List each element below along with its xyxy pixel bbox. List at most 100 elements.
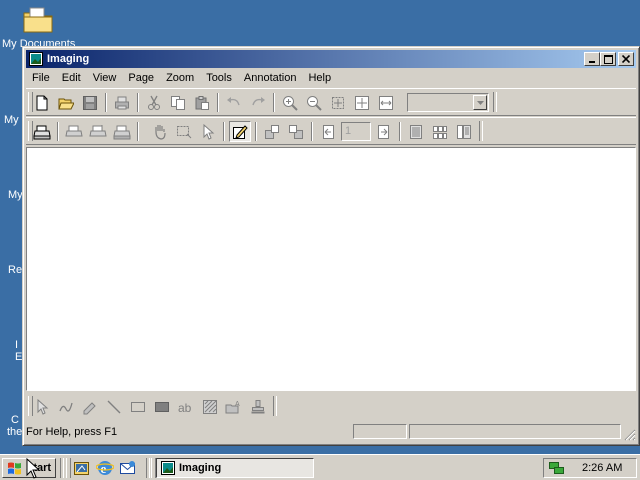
scan-append-icon bbox=[113, 125, 131, 139]
rotate-left-button[interactable] bbox=[261, 121, 283, 142]
minimize-button[interactable] bbox=[584, 52, 600, 66]
show-desktop-icon[interactable] bbox=[73, 459, 91, 477]
desktop-label-network: My bbox=[8, 189, 23, 201]
taskbar-button-label: Imaging bbox=[179, 462, 222, 474]
scan-append-button[interactable] bbox=[111, 121, 133, 142]
pen-annotation-icon bbox=[233, 124, 248, 139]
close-icon bbox=[622, 55, 630, 63]
one-page-view-button[interactable] bbox=[405, 121, 427, 142]
menu-tools[interactable]: Tools bbox=[200, 72, 238, 84]
mouse-cursor-icon bbox=[26, 458, 40, 479]
scan-button[interactable] bbox=[31, 121, 53, 142]
best-fit-button[interactable] bbox=[351, 92, 373, 113]
status-bar: For Help, press F1 bbox=[26, 423, 636, 441]
select-rectangle-icon bbox=[177, 125, 192, 138]
highlighter-button[interactable] bbox=[79, 396, 101, 417]
network-connection-icon[interactable] bbox=[548, 460, 566, 476]
title-bar[interactable]: Imaging bbox=[26, 50, 636, 68]
redo-button[interactable] bbox=[247, 92, 269, 113]
hollow-rectangle-button[interactable] bbox=[127, 396, 149, 417]
select-annotation-button[interactable] bbox=[197, 121, 219, 142]
page-number-field[interactable]: 1 bbox=[341, 122, 371, 141]
text-button[interactable]: ab bbox=[175, 396, 197, 417]
rotate-right-icon bbox=[289, 124, 303, 139]
new-button[interactable] bbox=[31, 92, 53, 113]
freehand-line-button[interactable] bbox=[55, 396, 77, 417]
desktop-label-my-computer: My bbox=[4, 114, 19, 126]
previous-page-button[interactable] bbox=[317, 121, 339, 142]
menu-edit[interactable]: Edit bbox=[56, 72, 87, 84]
zoom-in-button[interactable] bbox=[279, 92, 301, 113]
annotation-pointer-icon bbox=[37, 398, 49, 415]
highlighter-icon bbox=[83, 401, 96, 414]
text-from-file-icon: A bbox=[225, 401, 240, 413]
maximize-icon bbox=[603, 54, 613, 64]
menu-bar: File Edit View Page Zoom Tools Annotatio… bbox=[26, 69, 636, 87]
taskbar-button-imaging[interactable]: Imaging bbox=[156, 458, 314, 478]
imaging-window: Imaging File Edit View Page Zoom Tools A… bbox=[22, 46, 640, 446]
annotation-select-button[interactable] bbox=[31, 396, 53, 417]
filled-rectangle-button[interactable] bbox=[151, 396, 173, 417]
rotate-right-button[interactable] bbox=[285, 121, 307, 142]
maximize-button[interactable] bbox=[600, 52, 616, 66]
folder-icon bbox=[23, 7, 53, 33]
menu-view[interactable]: View bbox=[87, 72, 123, 84]
scan-new-button[interactable] bbox=[63, 121, 85, 142]
menu-file[interactable]: File bbox=[26, 72, 56, 84]
printer-icon bbox=[115, 96, 129, 109]
desktop-label-connect-1: C bbox=[11, 414, 19, 426]
resize-grip-icon[interactable] bbox=[624, 429, 636, 441]
next-page-button[interactable] bbox=[373, 121, 395, 142]
annotation-toolbar: ab A bbox=[26, 393, 277, 419]
hand-icon bbox=[155, 124, 166, 140]
desktop-label-ie-1: I bbox=[15, 339, 19, 351]
image-canvas[interactable] bbox=[26, 147, 636, 391]
outlook-express-icon[interactable] bbox=[119, 459, 137, 477]
fit-to-width-button[interactable] bbox=[375, 92, 397, 113]
zoom-out-button[interactable] bbox=[303, 92, 325, 113]
status-panel-2 bbox=[409, 424, 621, 439]
menu-zoom[interactable]: Zoom bbox=[160, 72, 200, 84]
paste-button[interactable] bbox=[191, 92, 213, 113]
internet-explorer-icon[interactable]: e bbox=[96, 459, 114, 477]
windows-logo-icon bbox=[8, 462, 21, 475]
zoom-to-selection-button[interactable] bbox=[327, 92, 349, 113]
drag-tool-button[interactable] bbox=[149, 121, 171, 142]
scissors-icon bbox=[148, 95, 160, 110]
new-document-icon bbox=[36, 95, 48, 110]
rotate-left-icon bbox=[265, 124, 279, 139]
menu-page[interactable]: Page bbox=[122, 72, 160, 84]
zoom-combo[interactable] bbox=[407, 93, 489, 112]
svg-text:e: e bbox=[101, 461, 107, 476]
menu-help[interactable]: Help bbox=[302, 72, 337, 84]
undo-button[interactable] bbox=[223, 92, 245, 113]
system-tray: 2:26 AM bbox=[543, 458, 637, 478]
page-and-thumbnails-view-button[interactable] bbox=[453, 121, 475, 142]
menu-annotation[interactable]: Annotation bbox=[238, 72, 303, 84]
open-button[interactable] bbox=[55, 92, 77, 113]
imaging-app-icon bbox=[29, 52, 43, 66]
paste-clipboard-icon bbox=[195, 95, 209, 110]
annotation-toolbar-toggle-button[interactable] bbox=[229, 121, 251, 142]
fit-width-icon bbox=[379, 95, 393, 110]
save-button[interactable] bbox=[79, 92, 101, 113]
copy-button[interactable] bbox=[167, 92, 189, 113]
zoom-combo-dropdown[interactable] bbox=[473, 95, 487, 110]
desktop-label-connect-2: the bbox=[7, 426, 23, 438]
thumbnail-view-button[interactable] bbox=[429, 121, 451, 142]
rubber-stamp-button[interactable] bbox=[247, 396, 269, 417]
best-fit-icon bbox=[355, 95, 369, 110]
attach-a-note-button[interactable] bbox=[199, 396, 221, 417]
select-image-button[interactable] bbox=[173, 121, 195, 142]
straight-line-button[interactable] bbox=[103, 396, 125, 417]
my-documents-icon[interactable] bbox=[22, 4, 54, 39]
svg-text:ab: ab bbox=[178, 401, 192, 415]
clock[interactable]: 2:26 AM bbox=[582, 462, 622, 474]
close-button[interactable] bbox=[618, 52, 634, 66]
cut-button[interactable] bbox=[143, 92, 165, 113]
scan-insert-button[interactable] bbox=[87, 121, 109, 142]
print-button[interactable] bbox=[111, 92, 133, 113]
text-from-file-button[interactable]: A bbox=[223, 396, 245, 417]
text-ab-icon: ab bbox=[178, 401, 192, 415]
taskbar: Start e Imaging 2:26 AM bbox=[0, 454, 640, 480]
